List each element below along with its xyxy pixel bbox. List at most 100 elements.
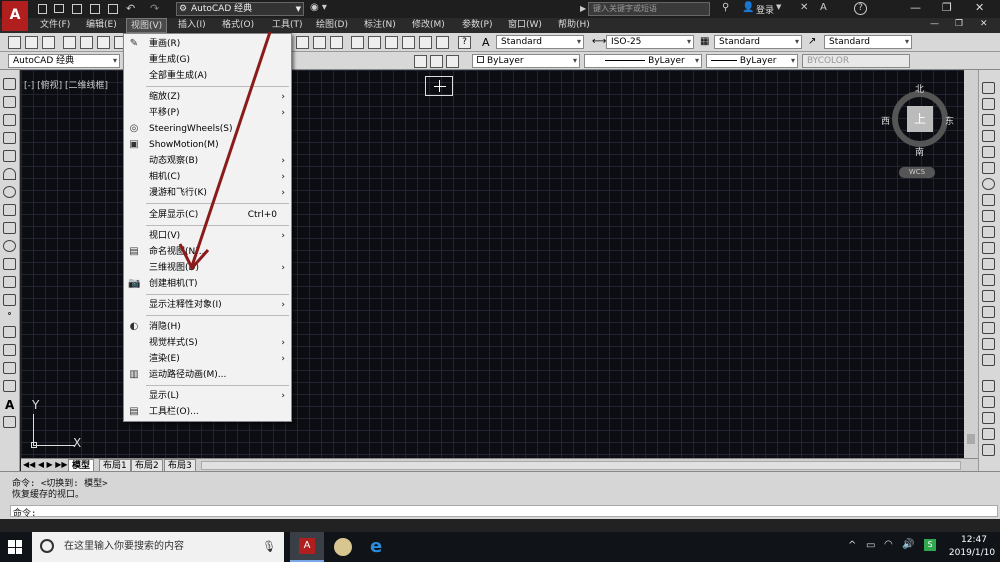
new-icon[interactable] <box>8 36 21 49</box>
minimize-button[interactable]: — <box>910 1 921 14</box>
dim-style-combo[interactable]: ISO-25 ▾ <box>606 35 694 49</box>
undo-icon[interactable]: ↶ <box>126 2 135 15</box>
menu-item-pan[interactable]: 平移(P) › <box>124 105 291 121</box>
insert-block-icon[interactable] <box>3 276 16 288</box>
menu-item-viewports[interactable]: 视口(V) › <box>124 228 291 244</box>
fillet-icon[interactable] <box>982 322 995 334</box>
join-icon[interactable] <box>982 290 995 302</box>
markup-icon[interactable] <box>419 36 432 49</box>
wcs-menu[interactable]: WCS <box>899 167 935 178</box>
zoom-realtime-icon[interactable] <box>296 36 309 49</box>
extend-icon[interactable] <box>982 242 995 254</box>
tray-network-icon[interactable]: ▭ <box>866 540 875 551</box>
taskbar-search[interactable]: 在这里输入你要搜索的内容 🎙 <box>32 532 284 562</box>
menu-item-annotation-objects[interactable]: 显示注释性对象(I) › <box>124 297 291 313</box>
compass-west[interactable]: 西 <box>881 114 890 127</box>
menu-item-regenall[interactable]: 全部重生成(A) <box>124 68 291 84</box>
windows-start-icon[interactable] <box>8 540 22 554</box>
viewcube-top-face[interactable]: 上 <box>907 106 933 132</box>
ellipse-icon[interactable] <box>3 240 16 252</box>
compass-east[interactable]: 东 <box>945 114 954 127</box>
taskbar-edge-icon[interactable]: e <box>370 536 382 557</box>
clock-time[interactable]: 12:47 <box>954 535 994 545</box>
rectangle-icon[interactable] <box>3 150 16 162</box>
menu-item-motion-path[interactable]: ▥ 运动路径动画(M)... <box>124 367 291 383</box>
menu-help[interactable]: 帮助(H) <box>554 18 594 33</box>
properties-icon[interactable] <box>351 36 364 49</box>
open-icon[interactable] <box>25 36 38 49</box>
publish-icon[interactable] <box>97 36 110 49</box>
text-style-combo[interactable]: Standard ▾ <box>496 35 584 49</box>
workspace-combo[interactable]: AutoCAD 经典 ▾ <box>8 54 120 68</box>
microphone-icon[interactable]: 🎙 <box>262 532 276 562</box>
trim-icon[interactable] <box>982 226 995 238</box>
preview-icon[interactable] <box>80 36 93 49</box>
menu-item-camera[interactable]: 相机(C) › <box>124 169 291 185</box>
app-logo[interactable]: A <box>2 1 28 31</box>
redo-icon[interactable]: ↷ <box>150 2 159 15</box>
help-icon[interactable]: ? <box>458 36 471 49</box>
move-icon[interactable] <box>982 162 995 174</box>
menu-item-cleanscreen[interactable]: 全屏显示(C) Ctrl+0 <box>124 207 291 223</box>
search-input[interactable]: 键入关键字或短语 <box>588 2 710 16</box>
compass-north[interactable]: 北 <box>915 82 924 95</box>
menu-format[interactable]: 格式(O) <box>218 18 258 33</box>
spline-icon[interactable] <box>3 222 16 234</box>
designcenter-icon[interactable] <box>368 36 381 49</box>
menu-item-zoom[interactable]: 缩放(Z) › <box>124 89 291 105</box>
offset-icon[interactable] <box>982 130 995 142</box>
menu-item-orbit[interactable]: 动态观察(B) › <box>124 153 291 169</box>
exchange-icon[interactable]: ✕ <box>800 2 808 13</box>
explode-icon[interactable] <box>982 354 995 366</box>
menu-modify[interactable]: 修改(M) <box>408 18 449 33</box>
ellipse-arc-icon[interactable] <box>3 258 16 270</box>
menu-file[interactable]: 文件(F) <box>36 18 74 33</box>
menu-item-hide[interactable]: ◐ 消隐(H) <box>124 319 291 335</box>
vertical-scrollbar[interactable] <box>964 70 978 458</box>
viewport-controls-label[interactable]: [-] [俯视] [二维线框] <box>24 78 108 91</box>
draworder-below-icon[interactable] <box>982 428 995 440</box>
construction-line-icon[interactable] <box>3 96 16 108</box>
add-selected-icon[interactable] <box>3 416 16 428</box>
mtext-icon[interactable]: A <box>5 398 14 412</box>
line-tool-icon[interactable] <box>3 78 16 90</box>
menu-item-display[interactable]: 显示(L) › <box>124 388 291 404</box>
clock-date[interactable]: 2019/1/10 <box>946 548 998 558</box>
erase-icon[interactable] <box>982 82 995 94</box>
zoom-window-icon[interactable] <box>313 36 326 49</box>
taskbar-paint-icon[interactable] <box>334 538 352 556</box>
doc-minimize-button[interactable]: — <box>930 19 939 29</box>
save-icon[interactable] <box>42 36 55 49</box>
calculator-icon[interactable] <box>436 36 449 49</box>
quick-access-new-icon[interactable] <box>38 4 47 14</box>
menu-tools[interactable]: 工具(T) <box>268 18 307 33</box>
menu-item-toolbars[interactable]: ▤ 工具栏(O)... <box>124 404 291 420</box>
toolbar-options-icon[interactable]: ◉ ▾ <box>310 2 327 13</box>
break-icon[interactable] <box>982 274 995 286</box>
menu-draw[interactable]: 绘图(D) <box>312 18 352 33</box>
toolpalettes-icon[interactable] <box>385 36 398 49</box>
menu-item-3d-views[interactable]: 三维视图(D) › <box>124 260 291 276</box>
multileader-style-combo[interactable]: Standard ▾ <box>824 35 912 49</box>
menu-item-walkfly[interactable]: 漫游和飞行(K) › <box>124 185 291 201</box>
doc-close-button[interactable]: ✕ <box>980 19 988 29</box>
point-icon[interactable] <box>8 312 11 315</box>
hatch-icon[interactable] <box>3 326 16 338</box>
region-icon[interactable] <box>3 362 16 374</box>
make-current-icon[interactable] <box>446 55 459 68</box>
tray-wifi-icon[interactable]: ◠ <box>884 539 893 550</box>
tray-chevron-icon[interactable]: ^ <box>848 540 856 551</box>
color-combo[interactable]: ByLayer ▾ <box>472 54 580 68</box>
menu-insert[interactable]: 插入(I) <box>174 18 210 33</box>
linetype-combo[interactable]: ByLayer ▾ <box>584 54 702 68</box>
blend-curves-icon[interactable] <box>982 338 995 350</box>
copy-icon[interactable] <box>982 98 995 110</box>
menu-dimension[interactable]: 标注(N) <box>360 18 400 33</box>
tray-volume-icon[interactable]: 🔊 <box>902 539 914 550</box>
lineweight-combo[interactable]: ByLayer ▾ <box>706 54 798 68</box>
workspace-selector[interactable]: ⚙ AutoCAD 经典 ▼ <box>176 2 304 16</box>
layer-state-icon[interactable] <box>430 55 443 68</box>
chevron-down-icon[interactable]: ▼ <box>776 3 781 11</box>
menu-edit[interactable]: 编辑(E) <box>82 18 121 33</box>
menu-item-regen[interactable]: 重生成(G) <box>124 52 291 68</box>
